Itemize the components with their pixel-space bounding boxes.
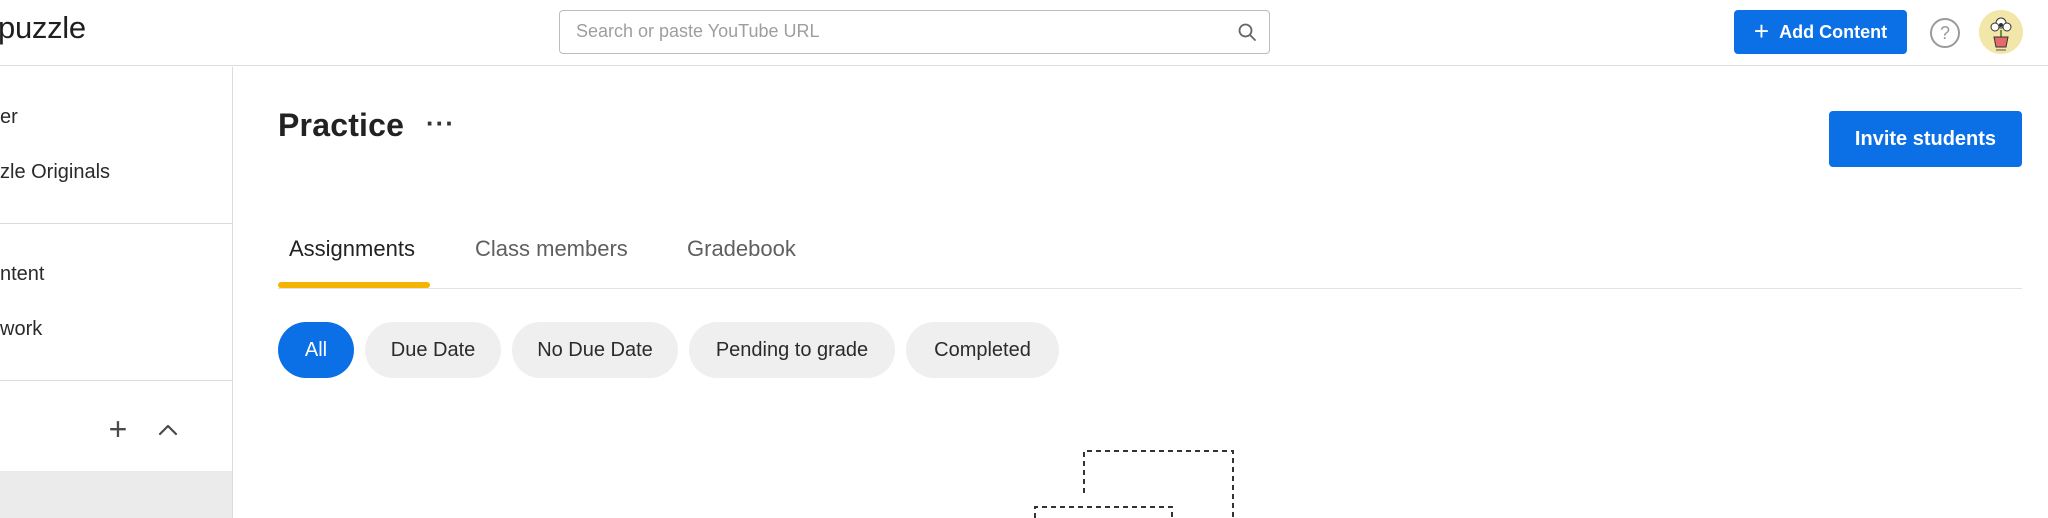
sidebar-item-active-class[interactable] [0, 471, 232, 518]
sidebar-divider [0, 223, 232, 224]
add-content-label: Add Content [1779, 21, 1888, 42]
chevron-up-icon[interactable] [156, 419, 180, 439]
invite-students-button[interactable]: Invite students [1829, 111, 2022, 167]
sidebar-divider [0, 380, 232, 381]
page-title: Practice [278, 107, 405, 143]
app-root: puzzle + Add Content ? [0, 0, 2048, 518]
sidebar-item-content[interactable]: ntent [0, 263, 44, 286]
sidebar-item-folder[interactable]: er [0, 106, 18, 129]
app-logo[interactable]: puzzle [0, 10, 86, 46]
plus-icon: + [1753, 15, 1770, 46]
add-content-button[interactable]: + Add Content [1734, 10, 1907, 54]
tabs-divider [278, 288, 2022, 289]
filter-chip-completed[interactable]: Completed [906, 322, 1059, 378]
filter-chip-all[interactable]: All [278, 322, 354, 378]
avatar-plant-icon [1979, 10, 2023, 54]
sidebar-item-originals[interactable]: zle Originals [0, 161, 110, 184]
search-box[interactable] [559, 10, 1270, 54]
search-input[interactable] [576, 11, 1216, 52]
search-icon[interactable] [1237, 22, 1257, 42]
tab-class-members[interactable]: Class members [475, 236, 628, 262]
filter-chip-no-due-date[interactable]: No Due Date [512, 322, 678, 378]
tab-assignments[interactable]: Assignments [289, 236, 415, 262]
help-icon[interactable]: ? [1930, 18, 1960, 48]
sidebar: er zle Originals ntent work + [0, 67, 233, 518]
avatar[interactable] [1979, 10, 2023, 54]
filter-chip-due-date[interactable]: Due Date [365, 322, 501, 378]
top-bar: puzzle + Add Content ? [0, 0, 2048, 66]
filter-chip-pending-to-grade[interactable]: Pending to grade [689, 322, 895, 378]
empty-state-illustration [1034, 450, 1234, 518]
sidebar-item-work[interactable]: work [0, 318, 42, 341]
more-icon[interactable]: ··· [426, 108, 455, 139]
tab-bar: Assignments Class members Gradebook [278, 228, 2022, 290]
add-class-plus-icon[interactable]: + [104, 413, 132, 445]
tab-gradebook[interactable]: Gradebook [687, 236, 796, 262]
